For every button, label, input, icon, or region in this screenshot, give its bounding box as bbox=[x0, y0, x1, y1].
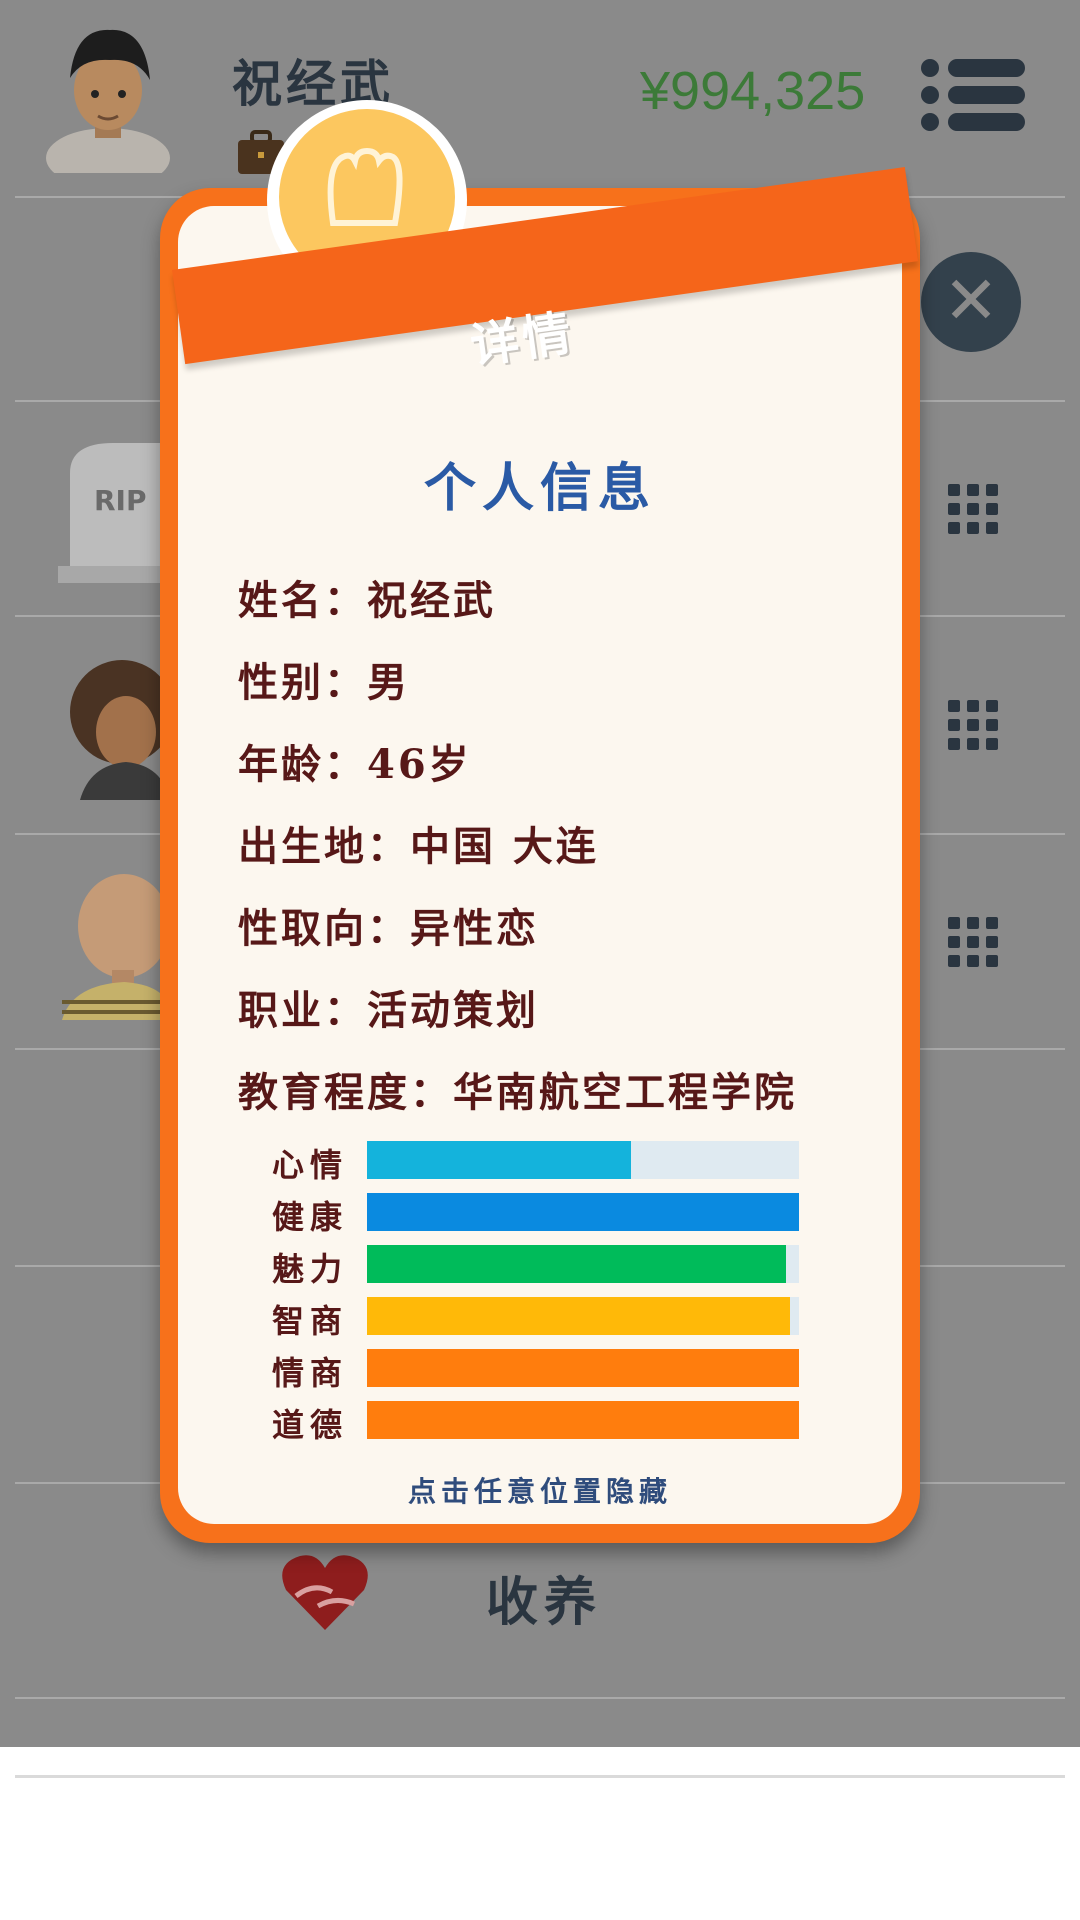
info-occupation: 职业：活动策划 bbox=[238, 978, 539, 1036]
bottom-divider bbox=[15, 1775, 1065, 1778]
info-label: 性别： bbox=[238, 659, 367, 706]
stat-bar-iq bbox=[367, 1297, 799, 1335]
info-value: 异性恋 bbox=[410, 905, 539, 952]
popup-title: 详情 bbox=[467, 304, 579, 375]
stat-fill-charm bbox=[367, 1245, 787, 1283]
stat-bar-morality bbox=[367, 1401, 799, 1439]
stat-fill-morality bbox=[367, 1401, 799, 1439]
info-value: 46岁 bbox=[367, 741, 472, 788]
info-label: 性取向： bbox=[238, 905, 410, 952]
bottom-area bbox=[0, 1747, 1080, 1920]
stat-label-mood: 心情 bbox=[272, 1146, 349, 1184]
info-value: 活动策划 bbox=[367, 987, 539, 1034]
info-label: 教育程度： bbox=[238, 1069, 453, 1116]
player-avatar[interactable] bbox=[40, 18, 180, 173]
stat-fill-mood bbox=[367, 1141, 631, 1179]
section-title: 个人信息 bbox=[423, 458, 656, 519]
stat-fill-eq bbox=[367, 1349, 799, 1387]
stat-bar-mood bbox=[367, 1141, 799, 1179]
dismiss-hint[interactable]: 点击任意位置隐藏 bbox=[0, 1470, 1080, 1510]
info-label: 姓名： bbox=[238, 577, 367, 624]
info-label: 出生地： bbox=[238, 823, 410, 870]
stat-label-eq: 情商 bbox=[272, 1354, 349, 1392]
info-value: 男 bbox=[367, 659, 410, 706]
heart-hands-icon[interactable] bbox=[280, 1552, 370, 1632]
info-birthplace: 出生地：中国 大连 bbox=[238, 814, 599, 872]
info-gender: 性别：男 bbox=[238, 650, 410, 708]
info-name: 姓名：祝经武 bbox=[238, 568, 496, 626]
stat-fill-iq bbox=[367, 1297, 791, 1335]
stat-label-iq: 智商 bbox=[272, 1302, 349, 1340]
stat-label-health: 健康 bbox=[272, 1198, 349, 1236]
info-value: 华南航空工程学院 bbox=[453, 1069, 797, 1116]
info-label: 职业： bbox=[238, 987, 367, 1034]
stat-label-morality: 道德 bbox=[272, 1406, 349, 1444]
info-education: 教育程度：华南航空工程学院 bbox=[238, 1060, 797, 1118]
avatar-bald-man[interactable] bbox=[62, 860, 172, 1020]
grid-icon[interactable] bbox=[948, 917, 998, 967]
adopt-label[interactable]: 收养 bbox=[486, 1560, 602, 1635]
info-orientation: 性取向：异性恋 bbox=[238, 896, 539, 954]
stat-fill-health bbox=[367, 1193, 799, 1231]
row-divider bbox=[15, 1697, 1065, 1699]
info-age: 年龄：46岁 bbox=[238, 732, 472, 790]
grid-icon[interactable] bbox=[948, 700, 998, 750]
close-icon[interactable]: ✕ bbox=[921, 252, 1021, 352]
menu-icon[interactable] bbox=[920, 58, 1025, 133]
info-label: 年龄： bbox=[238, 741, 367, 788]
info-value: 祝经武 bbox=[367, 577, 496, 624]
money-display: ¥994,325 bbox=[640, 61, 866, 121]
stat-label-charm: 魅力 bbox=[272, 1250, 349, 1288]
stat-bar-eq bbox=[367, 1349, 799, 1387]
stat-bar-charm bbox=[367, 1245, 799, 1283]
avatar-woman[interactable] bbox=[60, 650, 170, 800]
stat-bar-health bbox=[367, 1193, 799, 1231]
info-value: 中国 大连 bbox=[410, 823, 599, 870]
